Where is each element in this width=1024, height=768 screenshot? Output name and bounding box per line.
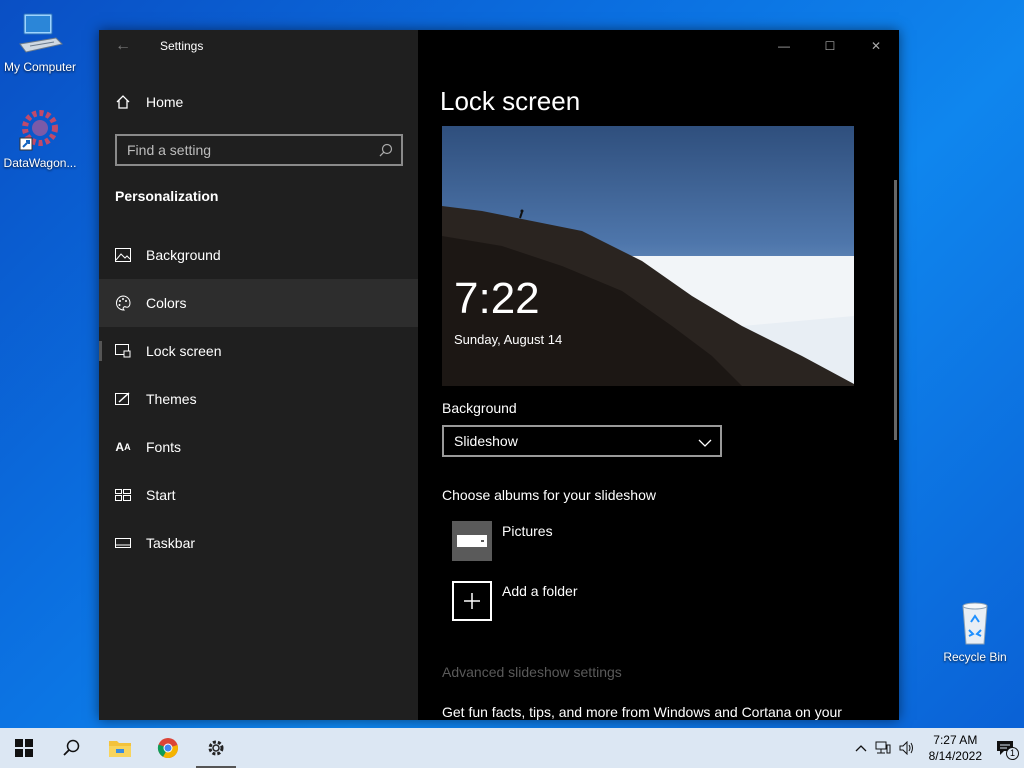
search-icon[interactable] xyxy=(379,143,393,157)
nav-item-taskbar[interactable]: Taskbar xyxy=(99,519,418,567)
search-placeholder: Find a setting xyxy=(127,142,212,158)
fun-facts-text: Get fun facts, tips, and more from Windo… xyxy=(442,704,842,720)
folder-icon xyxy=(109,741,131,757)
section-title: Personalization xyxy=(115,188,219,204)
lock-screen-icon xyxy=(115,343,131,359)
chrome-icon xyxy=(157,738,178,759)
volume-icon[interactable] xyxy=(899,741,915,755)
search-input[interactable]: Find a setting xyxy=(115,134,403,166)
fonts-icon: AA xyxy=(115,440,131,454)
folder-icon xyxy=(452,521,492,561)
tray-clock[interactable]: 7:27 AM 8/14/2022 xyxy=(929,732,982,764)
scrollbar[interactable] xyxy=(894,180,897,440)
tray-date: 8/14/2022 xyxy=(928,749,982,763)
nav-item-themes[interactable]: Themes xyxy=(99,375,418,423)
desktop-icon-label: DataWagon... xyxy=(3,156,77,170)
advanced-slideshow-link[interactable]: Advanced slideshow settings xyxy=(442,664,622,680)
background-dropdown-value: Slideshow xyxy=(454,433,518,449)
search-button[interactable] xyxy=(48,728,96,768)
settings-sidebar: ← Settings Home Find a setting Personali… xyxy=(99,30,418,720)
add-folder-label: Add a folder xyxy=(502,583,578,599)
page-title: Lock screen xyxy=(440,86,581,116)
network-icon[interactable] xyxy=(875,741,891,755)
nav-item-colors[interactable]: Colors xyxy=(99,279,418,327)
desktop-icon-label: Recycle Bin xyxy=(943,650,1007,664)
preview-image xyxy=(442,206,854,386)
nav-item-start[interactable]: Start xyxy=(99,471,418,519)
desktop-icon-my-computer[interactable]: My Computer xyxy=(0,10,80,74)
taskbar-icon xyxy=(115,535,131,551)
tray-time: 7:27 AM xyxy=(933,733,978,747)
desktop-icon-datawagon[interactable]: DataWagon... xyxy=(0,106,80,170)
window-controls: — ☐ ✕ xyxy=(761,30,899,62)
home-nav-item[interactable]: Home xyxy=(115,94,183,110)
minimize-icon[interactable]: — xyxy=(761,30,807,62)
desktop-icon-recycle-bin[interactable]: Recycle Bin xyxy=(935,600,1015,664)
system-tray: 7:27 AM 8/14/2022 1 xyxy=(851,728,1024,768)
background-label: Background xyxy=(442,400,517,416)
palette-icon xyxy=(115,295,131,311)
start-button[interactable] xyxy=(0,728,48,768)
nav-item-fonts[interactable]: AA Fonts xyxy=(99,423,418,471)
background-dropdown[interactable]: Slideshow xyxy=(442,425,722,457)
taskbar: 7:27 AM 8/14/2022 1 xyxy=(0,728,1024,768)
app-title: Settings xyxy=(160,39,204,53)
nav-item-label: Taskbar xyxy=(146,535,196,551)
computer-icon xyxy=(16,10,64,58)
themes-icon xyxy=(115,391,131,407)
image-icon xyxy=(115,247,131,263)
albums-label: Choose albums for your slideshow xyxy=(442,487,656,503)
add-folder-button[interactable]: Add a folder xyxy=(452,581,578,621)
lock-screen-preview: 7:22 Sunday, August 14 xyxy=(442,126,854,386)
nav-list: Background Colors Lock screen Themes A A… xyxy=(99,231,418,567)
chrome-button[interactable] xyxy=(144,728,192,768)
search-icon xyxy=(63,739,80,756)
start-icon xyxy=(115,487,131,503)
preview-date: Sunday, August 14 xyxy=(454,332,563,347)
maximize-icon[interactable]: ☐ xyxy=(807,30,853,62)
desktop-icon-label: My Computer xyxy=(3,60,77,74)
windows-logo-icon xyxy=(15,739,33,757)
chevron-down-icon xyxy=(698,435,712,451)
settings-window: ← Settings Home Find a setting Personali… xyxy=(99,30,899,720)
nav-item-label: Start xyxy=(146,487,176,503)
album-pictures[interactable]: Pictures xyxy=(452,521,553,561)
back-arrow-icon[interactable]: ← xyxy=(99,37,147,55)
gear-shortcut-icon xyxy=(16,106,64,154)
recycle-bin-icon xyxy=(951,600,999,648)
preview-clock: 7:22 xyxy=(454,274,540,323)
nav-item-label: Themes xyxy=(146,391,197,407)
album-label: Pictures xyxy=(502,523,553,539)
content-pane: — ☐ ✕ Lock screen 7:22 Sunday, August 14… xyxy=(418,30,899,720)
file-explorer-button[interactable] xyxy=(96,728,144,768)
home-label: Home xyxy=(146,94,184,110)
notifications-button[interactable]: 1 xyxy=(996,740,1019,760)
nav-item-background[interactable]: Background xyxy=(99,231,418,279)
nav-item-label: Colors xyxy=(146,295,187,311)
settings-taskbar-button[interactable] xyxy=(192,728,240,768)
plus-icon xyxy=(452,581,492,621)
notification-count-badge: 1 xyxy=(1006,747,1019,760)
nav-item-label: Background xyxy=(146,247,221,263)
title-bar: ← Settings xyxy=(99,30,418,62)
close-icon[interactable]: ✕ xyxy=(853,30,899,62)
gear-icon xyxy=(208,740,224,756)
nav-item-label: Lock screen xyxy=(146,343,222,359)
chevron-up-icon[interactable] xyxy=(855,744,867,752)
nav-item-label: Fonts xyxy=(146,439,182,455)
nav-item-lock-screen[interactable]: Lock screen xyxy=(99,327,418,375)
home-icon xyxy=(115,94,131,110)
